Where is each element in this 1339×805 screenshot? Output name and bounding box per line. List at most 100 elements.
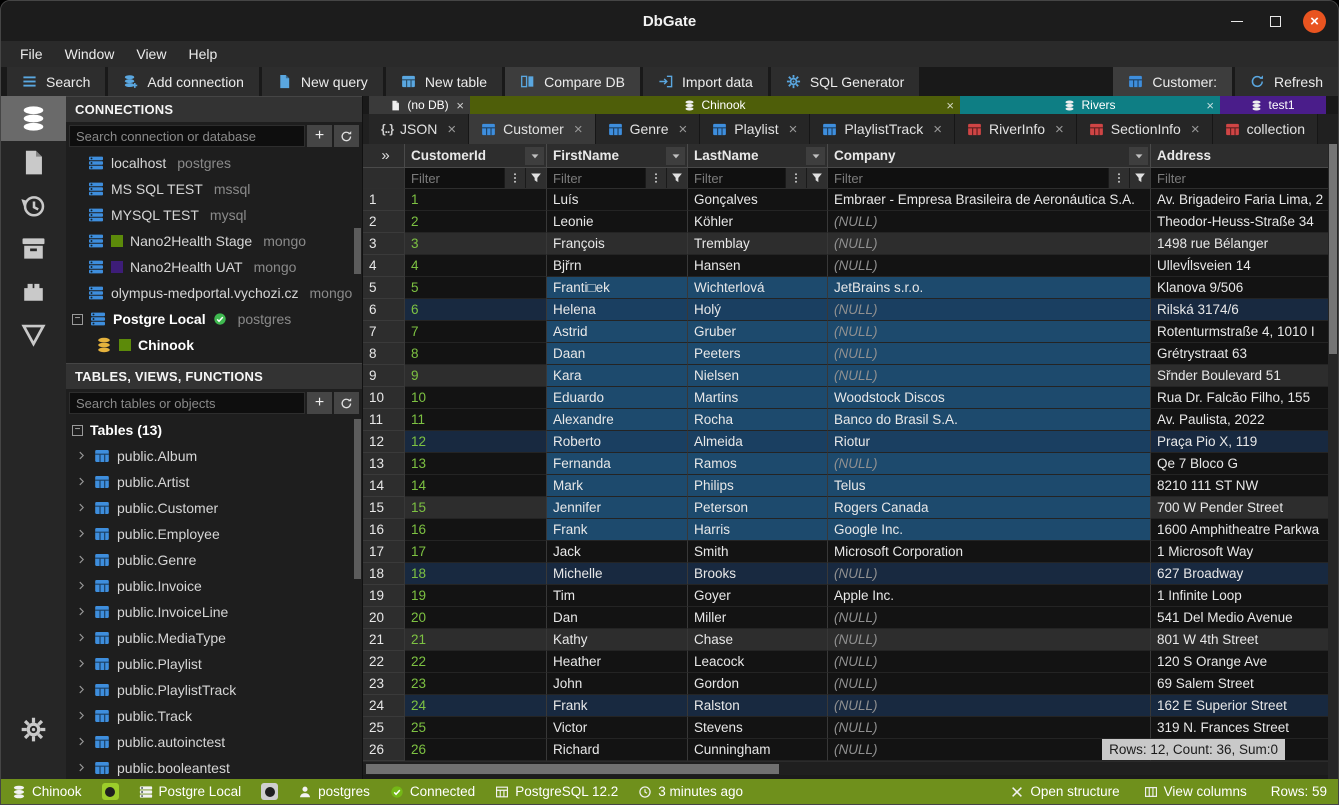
column-menu-button[interactable] <box>525 147 544 165</box>
grid-cell[interactable]: 17 <box>405 541 547 563</box>
tab-group-rivers[interactable]: Rivers× <box>960 96 1220 114</box>
row-number-cell[interactable]: 14 <box>363 475 405 497</box>
connection-item[interactable]: −Postgre Localpostgres <box>66 306 362 332</box>
filter-funnel-button[interactable] <box>806 168 827 188</box>
row-number-cell[interactable]: 7 <box>363 321 405 343</box>
connection-item[interactable]: olympus-medportal.vychozi.czmongo <box>66 280 362 306</box>
grid-cell[interactable]: JetBrains s.r.o. <box>828 277 1151 299</box>
row-number-cell[interactable]: 20 <box>363 607 405 629</box>
collapse-icon[interactable]: − <box>72 314 83 325</box>
grid-cell[interactable]: Ralston <box>688 695 828 717</box>
tab-sectioninfo[interactable]: SectionInfo× <box>1077 114 1213 144</box>
grid-cell[interactable]: Brooks <box>688 563 828 585</box>
table-item[interactable]: public.Artist <box>66 469 362 495</box>
grid-cell[interactable]: 22 <box>405 651 547 673</box>
filter-funnel-button[interactable] <box>525 168 546 188</box>
grid-cell[interactable]: Philips <box>688 475 828 497</box>
grid-cell[interactable]: Wichterlová <box>688 277 828 299</box>
row-number-cell[interactable]: 3 <box>363 233 405 255</box>
grid-cell[interactable]: Peeters <box>688 343 828 365</box>
menu-window[interactable]: Window <box>54 46 126 62</box>
status-open-structure[interactable]: Open structure <box>1010 784 1119 799</box>
grid-cell[interactable]: Theodor-Heuss-Straße 34 <box>1151 211 1328 233</box>
filter-input-customerid[interactable] <box>405 168 504 188</box>
chevron-right-icon[interactable] <box>76 448 87 464</box>
grid-cell[interactable]: Praça Pio X, 119 <box>1151 431 1328 453</box>
grid-cell[interactable]: Google Inc. <box>828 519 1151 541</box>
grid-cell[interactable]: 24 <box>405 695 547 717</box>
grid-cell[interactable]: 627 Broadway <box>1151 563 1328 585</box>
grid-cell[interactable]: 10 <box>405 387 547 409</box>
grid-cell[interactable]: 12 <box>405 431 547 453</box>
grid-cell[interactable]: Tim <box>547 585 688 607</box>
tab-genre[interactable]: Genre× <box>596 114 701 144</box>
maximize-button[interactable] <box>1264 10 1287 33</box>
grid-cell[interactable]: 25 <box>405 717 547 739</box>
activitybar-plugins[interactable] <box>1 270 66 313</box>
connection-item[interactable]: localhostpostgres <box>66 150 362 176</box>
grid-cell[interactable]: 4 <box>405 255 547 277</box>
grid-cell[interactable]: Gruber <box>688 321 828 343</box>
filter-funnel-button[interactable] <box>1129 168 1150 188</box>
activitybar-history[interactable] <box>1 184 66 227</box>
add-connection-button[interactable]: Add connection <box>108 67 259 96</box>
row-number-cell[interactable]: 2 <box>363 211 405 233</box>
row-number-cell[interactable]: 26 <box>363 739 405 761</box>
grid-cell[interactable]: 11 <box>405 409 547 431</box>
close-icon[interactable]: × <box>1206 99 1214 112</box>
grid-cell[interactable]: Jennifer <box>547 497 688 519</box>
grid-cell[interactable]: Rotenturmstraße 4, 1010 I <box>1151 321 1328 343</box>
row-number-cell[interactable]: 13 <box>363 453 405 475</box>
chevron-right-icon[interactable] <box>76 578 87 594</box>
grid-cell[interactable]: 120 S Orange Ave <box>1151 651 1328 673</box>
chevron-right-icon[interactable] <box>76 474 87 490</box>
filter-menu-button[interactable] <box>504 168 525 188</box>
grid-cell[interactable]: 7 <box>405 321 547 343</box>
grid-cell[interactable]: Ramos <box>688 453 828 475</box>
grid-cell[interactable]: (NULL) <box>828 343 1151 365</box>
grid-cell[interactable]: (NULL) <box>828 255 1151 277</box>
row-number-cell[interactable]: 6 <box>363 299 405 321</box>
grid-cell[interactable]: (NULL) <box>828 233 1151 255</box>
column-header-customerid[interactable]: CustomerId <box>405 144 547 168</box>
connections-search-input[interactable] <box>69 125 305 147</box>
sql-generator-button[interactable]: SQL Generator <box>771 67 919 96</box>
grid-cell[interactable]: Astrid <box>547 321 688 343</box>
column-header-address[interactable]: Address <box>1151 144 1328 168</box>
row-number-cell[interactable]: 16 <box>363 519 405 541</box>
import-data-button[interactable]: Import data <box>643 67 768 96</box>
tables-group-row[interactable]: −Tables (13) <box>66 417 362 443</box>
grid-cell[interactable]: Rilská 3174/6 <box>1151 299 1328 321</box>
grid-cell[interactable]: 8210 111 ST NW <box>1151 475 1328 497</box>
grid-cell[interactable]: Telus <box>828 475 1151 497</box>
row-number-cell[interactable]: 5 <box>363 277 405 299</box>
grid-cell[interactable]: Harris <box>688 519 828 541</box>
grid-cell[interactable]: Alexandre <box>547 409 688 431</box>
table-item[interactable]: public.Invoice <box>66 573 362 599</box>
grid-cell[interactable]: Michelle <box>547 563 688 585</box>
tab-json[interactable]: {..}JSON× <box>369 114 469 144</box>
row-number-cell[interactable]: 22 <box>363 651 405 673</box>
tables-search-input[interactable] <box>69 392 305 414</box>
close-icon[interactable]: × <box>679 121 688 138</box>
table-item[interactable]: public.PlaylistTrack <box>66 677 362 703</box>
grid-cell[interactable]: Rogers Canada <box>828 497 1151 519</box>
grid-cell[interactable]: Gonçalves <box>688 189 828 211</box>
grid-cell[interactable]: 5 <box>405 277 547 299</box>
connection-item[interactable]: MYSQL TESTmysql <box>66 202 362 228</box>
column-menu-button[interactable] <box>1129 147 1148 165</box>
chevron-right-icon[interactable] <box>76 682 87 698</box>
grid-cell[interactable]: Mark <box>547 475 688 497</box>
filter-funnel-button[interactable] <box>666 168 687 188</box>
filter-menu-button[interactable] <box>645 168 666 188</box>
compare-db-button[interactable]: Compare DB <box>505 67 640 96</box>
grid-cell[interactable]: Heather <box>547 651 688 673</box>
grid-cell[interactable]: (NULL) <box>828 299 1151 321</box>
grid-cell[interactable]: 801 W 4th Street <box>1151 629 1328 651</box>
connection-item[interactable]: Nano2Health Stagemongo <box>66 228 362 254</box>
filter-input-lastname[interactable] <box>688 168 785 188</box>
grid-cell[interactable]: 14 <box>405 475 547 497</box>
row-number-cell[interactable]: 12 <box>363 431 405 453</box>
activitybar-query[interactable] <box>1 313 66 356</box>
close-button[interactable]: × <box>1303 10 1326 33</box>
